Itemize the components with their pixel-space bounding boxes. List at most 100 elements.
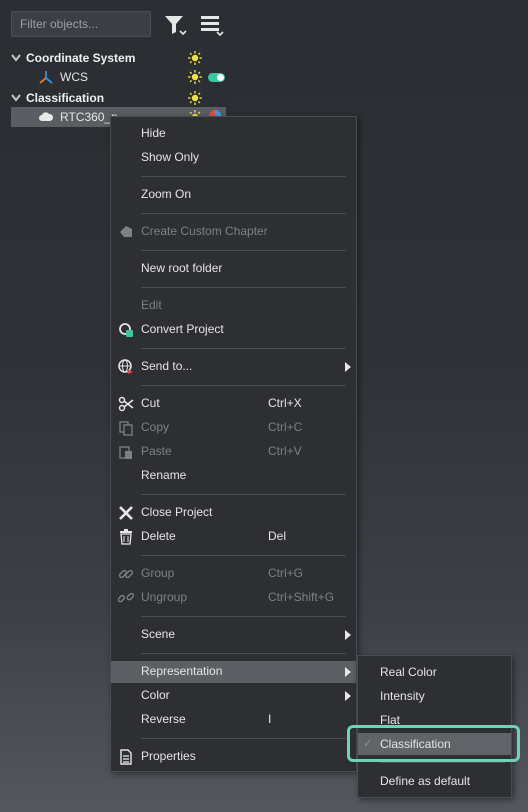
filter-icon[interactable] <box>162 12 188 38</box>
tree-item-label: Coordinate System <box>26 51 136 65</box>
properties-icon <box>120 749 132 765</box>
filter-objects-input[interactable] <box>11 11 151 37</box>
menu-item-representation[interactable]: Representation <box>111 661 356 683</box>
chapter-icon <box>120 226 132 237</box>
menu-separator <box>141 287 346 288</box>
menu-item-send-to[interactable]: Send to... <box>111 356 356 378</box>
chevron-down-icon[interactable] <box>10 92 22 104</box>
menu-item-copy[interactable]: Copy Ctrl+C <box>111 417 356 439</box>
menu-item-properties[interactable]: Properties <box>111 746 356 768</box>
menu-item-rename[interactable]: Rename <box>111 465 356 487</box>
convert-icon <box>119 323 133 337</box>
menu-separator <box>141 250 346 251</box>
menu-item-zoom-on[interactable]: Zoom On <box>111 184 356 206</box>
submenu-item-real-color[interactable]: Real Color <box>358 661 511 683</box>
menu-separator <box>141 385 346 386</box>
menu-item-label: Scene <box>141 627 176 641</box>
sun-icon[interactable] <box>188 70 202 84</box>
context-menu: Hide Show Only Zoom On Create Custom Cha… <box>110 116 357 772</box>
menu-item-shortcut: Ctrl+X <box>268 396 302 410</box>
submenu-item-label: Real Color <box>380 665 437 679</box>
sun-icon[interactable] <box>188 51 202 65</box>
menu-separator <box>141 738 346 739</box>
submenu-arrow-icon <box>345 667 351 677</box>
submenu-arrow-icon <box>345 362 351 372</box>
menu-separator <box>141 653 346 654</box>
menu-item-label: Hide <box>141 126 166 140</box>
menu-separator <box>380 762 505 763</box>
menu-item-ungroup[interactable]: Ungroup Ctrl+Shift+G <box>111 587 356 609</box>
menu-item-create-custom-chapter[interactable]: Create Custom Chapter <box>111 221 356 243</box>
menu-item-show-only[interactable]: Show Only <box>111 147 356 169</box>
menu-item-label: Group <box>141 566 175 580</box>
menu-item-label: Close Project <box>141 505 213 519</box>
copy-icon <box>119 421 133 436</box>
menu-item-scene[interactable]: Scene <box>111 624 356 646</box>
link-icon <box>118 569 134 579</box>
menu-separator <box>141 494 346 495</box>
menu-item-label: Delete <box>141 529 176 543</box>
menu-item-label: Paste <box>141 444 172 458</box>
trash-icon <box>120 529 132 545</box>
menu-item-hide[interactable]: Hide <box>111 123 356 145</box>
menu-item-label: Color <box>141 688 170 702</box>
menu-item-label: Properties <box>141 749 196 763</box>
cloud-icon <box>39 112 54 121</box>
tree-item-wcs[interactable]: WCS <box>0 67 228 87</box>
menu-item-label: Rename <box>141 468 187 482</box>
menu-item-reverse[interactable]: Reverse I <box>111 709 356 731</box>
chevron-down-icon[interactable] <box>10 52 22 64</box>
menu-item-label: Ungroup <box>141 590 188 604</box>
menu-item-shortcut: Del <box>268 529 287 543</box>
menu-item-label: Edit <box>141 298 162 312</box>
menu-item-delete[interactable]: Delete Del <box>111 526 356 548</box>
menu-separator <box>141 176 346 177</box>
menu-separator <box>141 555 346 556</box>
menu-item-label: New root folder <box>141 261 223 275</box>
submenu-item-define-as-default[interactable]: Define as default <box>358 770 511 792</box>
unlink-icon <box>118 592 134 603</box>
tree-item-label: Classification <box>26 91 105 105</box>
menu-item-edit[interactable]: Edit <box>111 295 356 317</box>
toggle-on-icon[interactable] <box>208 73 225 82</box>
menu-item-cut[interactable]: Cut Ctrl+X <box>111 393 356 415</box>
submenu-arrow-icon <box>345 630 351 640</box>
submenu-item-label: Define as default <box>380 774 471 788</box>
menu-item-group[interactable]: Group Ctrl+G <box>111 563 356 585</box>
submenu-item-label: Intensity <box>380 689 425 703</box>
tree-item-classification[interactable]: Classification <box>0 88 228 108</box>
menu-separator <box>141 213 346 214</box>
menu-item-label: Show Only <box>141 150 200 164</box>
menu-item-new-root-folder[interactable]: New root folder <box>111 258 356 280</box>
axes-icon <box>39 71 53 84</box>
menu-item-shortcut: Ctrl+V <box>268 444 302 458</box>
sun-icon[interactable] <box>188 91 202 105</box>
menu-item-shortcut: Ctrl+G <box>268 566 304 580</box>
menu-item-shortcut: I <box>268 712 272 726</box>
menu-separator <box>141 348 346 349</box>
scissors-icon <box>118 396 134 412</box>
submenu-arrow-icon <box>345 691 351 701</box>
menu-item-label: Send to... <box>141 359 193 373</box>
menu-item-color[interactable]: Color <box>111 685 356 707</box>
globe-send-icon <box>118 359 133 374</box>
menu-item-label: Copy <box>141 420 170 434</box>
menu-item-paste[interactable]: Paste Ctrl+V <box>111 441 356 463</box>
tree-item-coordinate-system[interactable]: Coordinate System <box>0 48 228 68</box>
close-icon <box>119 506 133 520</box>
highlight-ring <box>347 725 520 762</box>
menu-item-label: Zoom On <box>141 187 192 201</box>
menu-item-label: Reverse <box>141 712 186 726</box>
menu-item-shortcut: Ctrl+C <box>268 420 303 434</box>
hamburger-menu-icon[interactable] <box>198 12 224 38</box>
submenu-item-intensity[interactable]: Intensity <box>358 685 511 707</box>
menu-item-label: Convert Project <box>141 322 224 336</box>
tree-item-label: WCS <box>60 70 88 84</box>
menu-item-shortcut: Ctrl+Shift+G <box>268 590 335 604</box>
paste-icon <box>119 446 132 459</box>
menu-item-convert-project[interactable]: Convert Project <box>111 319 356 341</box>
menu-item-close-project[interactable]: Close Project <box>111 502 356 524</box>
menu-separator <box>141 616 346 617</box>
menu-item-label: Cut <box>141 396 160 410</box>
menu-item-label: Create Custom Chapter <box>141 224 268 238</box>
